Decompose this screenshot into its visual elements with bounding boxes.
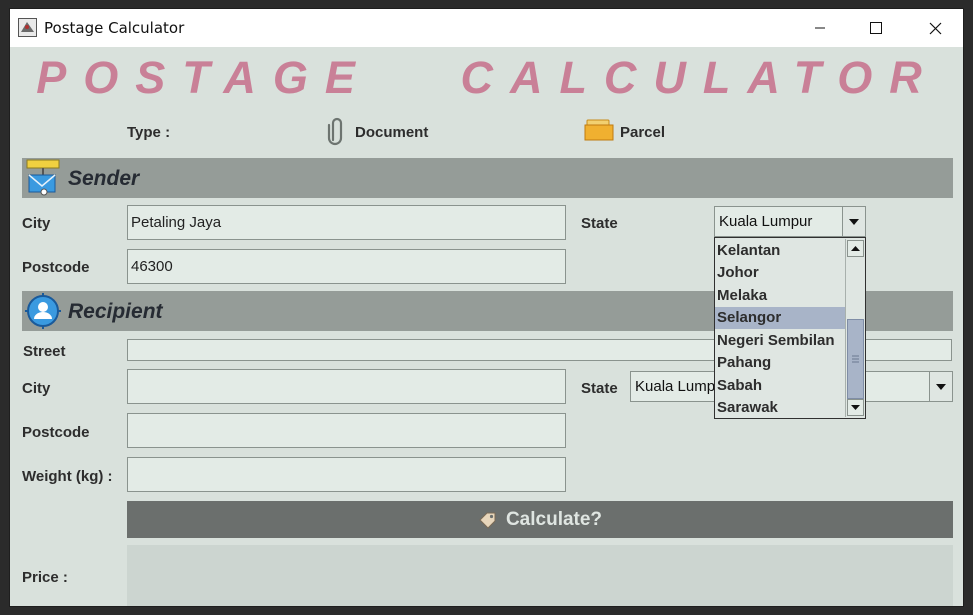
- dropdown-option-pahang[interactable]: Pahang: [715, 352, 846, 375]
- document-label: Document: [355, 124, 429, 141]
- tag-icon: [479, 512, 496, 529]
- sender-title: Sender: [68, 167, 140, 190]
- sender-state-select[interactable]: Kuala Lumpur: [714, 206, 866, 237]
- title-bar[interactable]: Postage Calculator: [10, 9, 963, 47]
- window-title: Postage Calculator: [44, 19, 185, 37]
- recipient-postcode-label: Postcode: [22, 424, 90, 441]
- banner-title: POSTAGE CALCULATOR: [36, 52, 939, 103]
- recipient-street-label: Street: [23, 343, 66, 360]
- chevron-down-icon: [936, 383, 946, 390]
- parcel-label: Parcel: [620, 124, 666, 141]
- chevron-down-icon: [849, 218, 859, 225]
- weight-field[interactable]: [127, 457, 566, 492]
- weight-label: Weight (kg) :: [22, 468, 113, 485]
- maximize-icon: [870, 22, 882, 34]
- dropdown-scrollbar[interactable]: [845, 239, 864, 417]
- recipient-city-label: City: [22, 380, 51, 397]
- recipient-title: Recipient: [68, 300, 163, 323]
- close-icon: [929, 22, 941, 34]
- type-option-document[interactable]: Document: [327, 116, 437, 148]
- dropdown-option-melaka[interactable]: Melaka: [715, 284, 846, 307]
- dropdown-option-negeri-sembilan[interactable]: Negeri Sembilan: [715, 329, 846, 352]
- app-window: Postage Calculator POSTAGE CALCULATOR Ty…: [9, 8, 964, 607]
- mail-icon: [26, 159, 60, 196]
- chevron-down-icon: [851, 405, 860, 410]
- sender-postcode-field[interactable]: 46300: [127, 249, 566, 284]
- scroll-up-button[interactable]: [847, 240, 864, 257]
- dropdown-option-kelantan[interactable]: Kelantan: [715, 239, 846, 262]
- type-option-parcel[interactable]: Parcel: [584, 116, 684, 148]
- dropdown-arrow-button[interactable]: [842, 207, 865, 236]
- sender-city-label: City: [22, 215, 51, 232]
- dropdown-arrow-button[interactable]: [929, 372, 952, 401]
- dropdown-option-sabah[interactable]: Sabah: [715, 374, 846, 397]
- recipient-state-label: State: [581, 380, 618, 397]
- sender-city-value: Petaling Jaya: [131, 214, 222, 231]
- app-icon: [18, 18, 37, 37]
- sender-state-value: Kuala Lumpur: [719, 213, 813, 230]
- sender-postcode-label: Postcode: [22, 259, 90, 276]
- minimize-button[interactable]: [797, 9, 843, 47]
- sender-header: Sender: [22, 158, 953, 198]
- sender-city-field[interactable]: Petaling Jaya: [127, 205, 566, 240]
- grip-icon: [852, 355, 859, 363]
- type-label: Type :: [127, 124, 171, 141]
- recipient-postcode-field[interactable]: [127, 413, 566, 448]
- folder-icon: [584, 119, 614, 141]
- minimize-icon: [815, 27, 825, 29]
- chevron-up-icon: [851, 246, 860, 251]
- calculate-button[interactable]: Calculate?: [127, 501, 953, 538]
- price-display: [127, 545, 953, 606]
- close-button[interactable]: [912, 9, 958, 47]
- sender-state-label: State: [581, 215, 618, 232]
- maximize-button[interactable]: [853, 9, 899, 47]
- dropdown-option-selangor[interactable]: Selangor: [715, 306, 846, 329]
- state-dropdown-list[interactable]: Kelantan Johor Melaka Selangor Negeri Se…: [714, 237, 866, 419]
- scroll-down-button[interactable]: [847, 399, 864, 416]
- sender-postcode-value: 46300: [131, 258, 173, 275]
- calculate-label: Calculate?: [505, 508, 603, 530]
- scroll-thumb[interactable]: [847, 319, 864, 399]
- paperclip-icon: [327, 117, 343, 146]
- dropdown-option-sarawak[interactable]: Sarawak: [715, 397, 846, 420]
- dropdown-option-johor[interactable]: Johor: [715, 262, 846, 285]
- recipient-city-field[interactable]: [127, 369, 566, 404]
- user-icon: [25, 293, 61, 329]
- price-label: Price :: [22, 569, 68, 586]
